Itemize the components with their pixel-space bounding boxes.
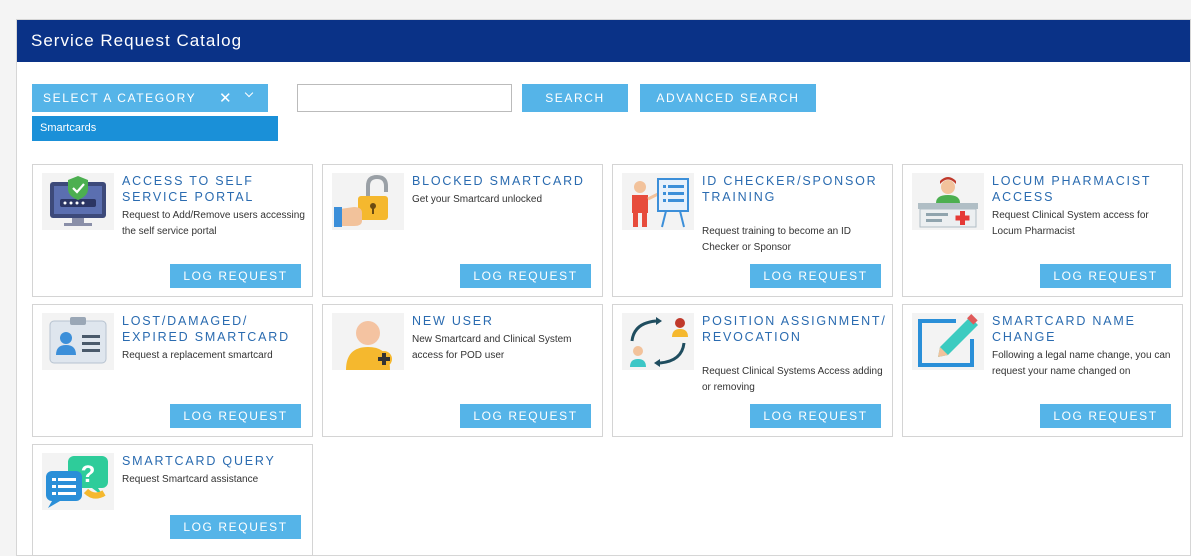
- id-card-icon: [42, 313, 114, 370]
- service-card-locum-pharmacist[interactable]: LOCUM PHARMACIST ACCESS Request Clinical…: [902, 164, 1183, 297]
- log-request-button[interactable]: LOG REQUEST: [170, 404, 301, 428]
- service-card-new-user[interactable]: NEW USER New Smartcard and Clinical Syst…: [322, 304, 603, 437]
- card-title: ACCESS TO SELF SERVICE PORTAL: [122, 174, 255, 204]
- card-description: New Smartcard and Clinical System access…: [412, 334, 572, 361]
- add-user-icon: [332, 313, 404, 370]
- card-title: BLOCKED SMARTCARD: [412, 174, 585, 188]
- card-title: LOST/DAMAGED/ EXPIRED SMARTCARD: [122, 314, 290, 344]
- card-description: Request Clinical Systems Access adding o…: [702, 366, 883, 393]
- service-card-name-change[interactable]: SMARTCARD NAME CHANGE Following a legal …: [902, 304, 1183, 437]
- card-description: Following a legal name change, you can r…: [992, 350, 1171, 377]
- category-select[interactable]: SELECT A CATEGORY ✕: [32, 84, 268, 112]
- log-request-button[interactable]: LOG REQUEST: [170, 264, 301, 288]
- clear-category-icon[interactable]: ✕: [219, 89, 233, 107]
- log-request-button[interactable]: LOG REQUEST: [750, 264, 881, 288]
- log-request-button[interactable]: LOG REQUEST: [460, 404, 591, 428]
- card-description: Request to Add/Remove users accessing th…: [122, 210, 305, 237]
- selected-category-tag[interactable]: Smartcards: [32, 116, 278, 141]
- card-title: POSITION ASSIGNMENT/ REVOCATION: [702, 314, 887, 344]
- pharmacist-icon: [912, 173, 984, 230]
- category-select-label: SELECT A CATEGORY: [43, 91, 197, 105]
- service-card-self-service-portal[interactable]: ACCESS TO SELF SERVICE PORTAL Request to…: [32, 164, 313, 297]
- swap-users-icon: [622, 313, 694, 370]
- card-title: NEW USER: [412, 314, 494, 328]
- advanced-search-button[interactable]: ADVANCED SEARCH: [640, 84, 816, 112]
- log-request-button[interactable]: LOG REQUEST: [170, 515, 301, 539]
- card-description: Get your Smartcard unlocked: [412, 194, 543, 205]
- card-title: ID CHECKER/SPONSOR TRAINING: [702, 174, 878, 204]
- question-chat-icon: ?: [42, 453, 114, 510]
- log-request-button[interactable]: LOG REQUEST: [1040, 264, 1171, 288]
- log-request-button[interactable]: LOG REQUEST: [1040, 404, 1171, 428]
- toolbar: SELECT A CATEGORY ✕ Smartcards SEARCH AD…: [32, 84, 1182, 144]
- service-card-blocked-smartcard[interactable]: BLOCKED SMARTCARD Get your Smartcard unl…: [322, 164, 603, 297]
- training-presenter-icon: [622, 173, 694, 230]
- service-card-smartcard-query[interactable]: ? SMARTCARD QUERY Request Smartcard assi…: [32, 444, 313, 556]
- secure-monitor-icon: [42, 173, 114, 230]
- card-description: Request Smartcard assistance: [122, 474, 259, 485]
- service-card-lost-smartcard[interactable]: LOST/DAMAGED/ EXPIRED SMARTCARD Request …: [32, 304, 313, 437]
- card-title: LOCUM PHARMACIST ACCESS: [992, 174, 1152, 204]
- padlock-icon: [332, 173, 404, 230]
- card-title: SMARTCARD NAME CHANGE: [992, 314, 1136, 344]
- card-description: Request Clinical System access for Locum…: [992, 210, 1149, 237]
- search-input[interactable]: [297, 84, 512, 112]
- service-card-position-assignment[interactable]: POSITION ASSIGNMENT/ REVOCATION Request …: [612, 304, 893, 437]
- service-card-id-checker-training[interactable]: ID CHECKER/SPONSOR TRAINING Request trai…: [612, 164, 893, 297]
- edit-pencil-icon: [912, 313, 984, 370]
- card-description: Request training to become an ID Checker…: [702, 226, 851, 253]
- card-description: Request a replacement smartcard: [122, 350, 273, 361]
- log-request-button[interactable]: LOG REQUEST: [460, 264, 591, 288]
- search-button[interactable]: SEARCH: [522, 84, 628, 112]
- page-title: Service Request Catalog: [17, 20, 1190, 62]
- svg-text:?: ?: [81, 461, 96, 488]
- log-request-button[interactable]: LOG REQUEST: [750, 404, 881, 428]
- card-title: SMARTCARD QUERY: [122, 454, 276, 468]
- catalog-panel: Service Request Catalog SELECT A CATEGOR…: [16, 19, 1191, 556]
- chevron-down-icon[interactable]: [244, 88, 254, 98]
